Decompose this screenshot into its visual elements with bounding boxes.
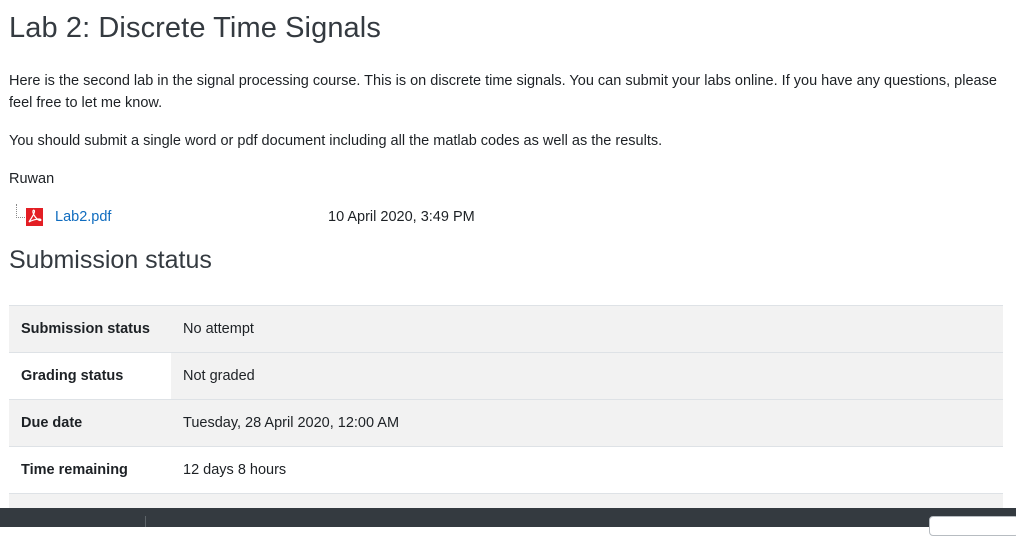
- submission-status-table: Submission status No attempt Grading sta…: [9, 305, 1003, 509]
- pdf-icon[interactable]: [26, 208, 43, 226]
- row-label: Submission status: [21, 321, 150, 337]
- attachment-link[interactable]: Lab2.pdf: [55, 207, 111, 227]
- table-row-partial: [9, 493, 1003, 509]
- page-title: Lab 2: Discrete Time Signals: [9, 12, 381, 44]
- row-label: Grading status: [21, 368, 124, 384]
- footer-button[interactable]: [929, 516, 1016, 536]
- row-label: Time remaining: [21, 462, 128, 478]
- row-label: Due date: [21, 415, 83, 431]
- submission-status-heading: Submission status: [9, 246, 212, 274]
- row-label-empty: [9, 494, 171, 509]
- attachment-row: Lab2.pdf 10 April 2020, 3:49 PM: [14, 204, 614, 230]
- footer-divider: [145, 516, 146, 527]
- assignment-intro: Here is the second lab in the signal pro…: [9, 73, 997, 111]
- row-value: Tuesday, 28 April 2020, 12:00 AM: [183, 415, 400, 431]
- attachment-date: 10 April 2020, 3:49 PM: [328, 209, 475, 225]
- row-value-empty: [171, 494, 1003, 509]
- row-value: 12 days 8 hours: [183, 462, 287, 478]
- assignment-signature: Ruwan: [9, 171, 55, 187]
- footer-bar: [0, 508, 1016, 536]
- table-row: Due date Tuesday, 28 April 2020, 12:00 A…: [9, 399, 1003, 447]
- table-row: Grading status Not graded: [9, 352, 1003, 400]
- grading-status-value: Not graded: [171, 352, 1003, 400]
- table-row: Submission status No attempt: [9, 305, 1003, 353]
- table-row: Time remaining 12 days 8 hours: [9, 446, 1003, 494]
- row-value: No attempt: [183, 321, 254, 337]
- assignment-instruction: You should submit a single word or pdf d…: [9, 133, 663, 149]
